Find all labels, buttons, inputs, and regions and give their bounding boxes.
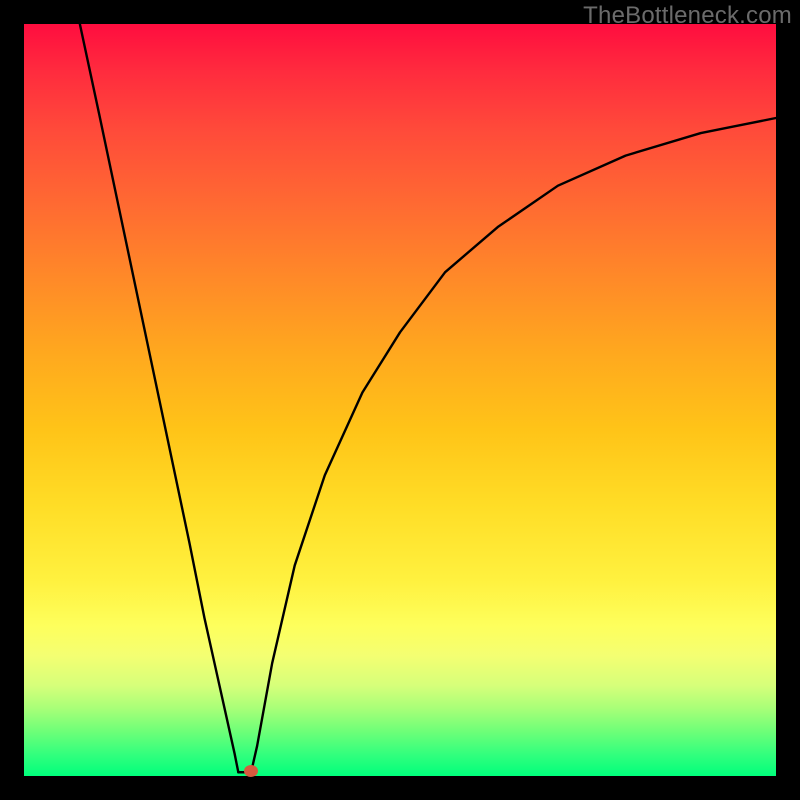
chart-frame: TheBottleneck.com [0, 0, 800, 800]
plot-area [24, 24, 776, 776]
curve-left-branch [77, 9, 239, 772]
watermark-text: TheBottleneck.com [583, 2, 792, 30]
bottleneck-curve [24, 24, 776, 776]
curve-right-branch [251, 118, 776, 772]
optimum-marker [244, 765, 258, 777]
